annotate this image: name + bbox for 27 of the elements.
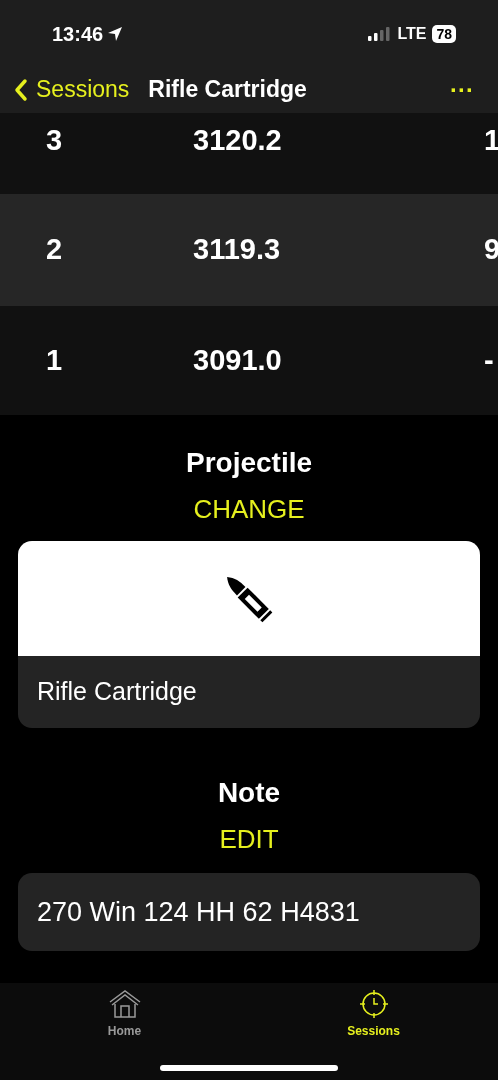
signal-icon bbox=[367, 27, 392, 41]
projectile-name: Rifle Cartridge bbox=[36, 676, 198, 708]
chevron-left-icon bbox=[14, 77, 28, 102]
tab-button[interactable]: Sessions bbox=[249, 983, 498, 1080]
table-cell-text: 3120.2 bbox=[192, 123, 283, 157]
change-button[interactable]: CHANGE bbox=[193, 493, 305, 525]
table-cell-text: - bbox=[484, 343, 495, 377]
table-cell-text: 3119.3 bbox=[192, 232, 282, 266]
back-button[interactable]: Sessions bbox=[14, 72, 130, 107]
location-arrow-icon bbox=[107, 26, 124, 42]
table-cell-text: 1 bbox=[45, 343, 64, 377]
edit-button[interactable]: EDIT bbox=[219, 823, 279, 855]
more-button[interactable]: ··· bbox=[450, 77, 474, 102]
clock-time: 13:46 bbox=[52, 22, 104, 47]
crosshair-clock-icon bbox=[358, 989, 389, 1019]
note-text: 270 Win 124 HH 62 H4831 bbox=[18, 873, 480, 951]
table-cell-text: 3 bbox=[45, 123, 64, 157]
table-cell-text: 2 bbox=[45, 232, 64, 266]
tab-button[interactable]: Home bbox=[0, 983, 249, 1080]
battery-level: 78 bbox=[432, 25, 456, 43]
projectile-card[interactable]: Rifle Cartridge bbox=[18, 541, 480, 728]
network-label: LTE bbox=[397, 24, 427, 44]
table-cell-text: 3091.0 bbox=[192, 343, 283, 377]
home-icon bbox=[107, 989, 142, 1019]
nav-title: Rifle Cartridge bbox=[148, 75, 307, 105]
section-heading: Projectile bbox=[185, 447, 313, 479]
section-heading: Note bbox=[217, 777, 281, 809]
